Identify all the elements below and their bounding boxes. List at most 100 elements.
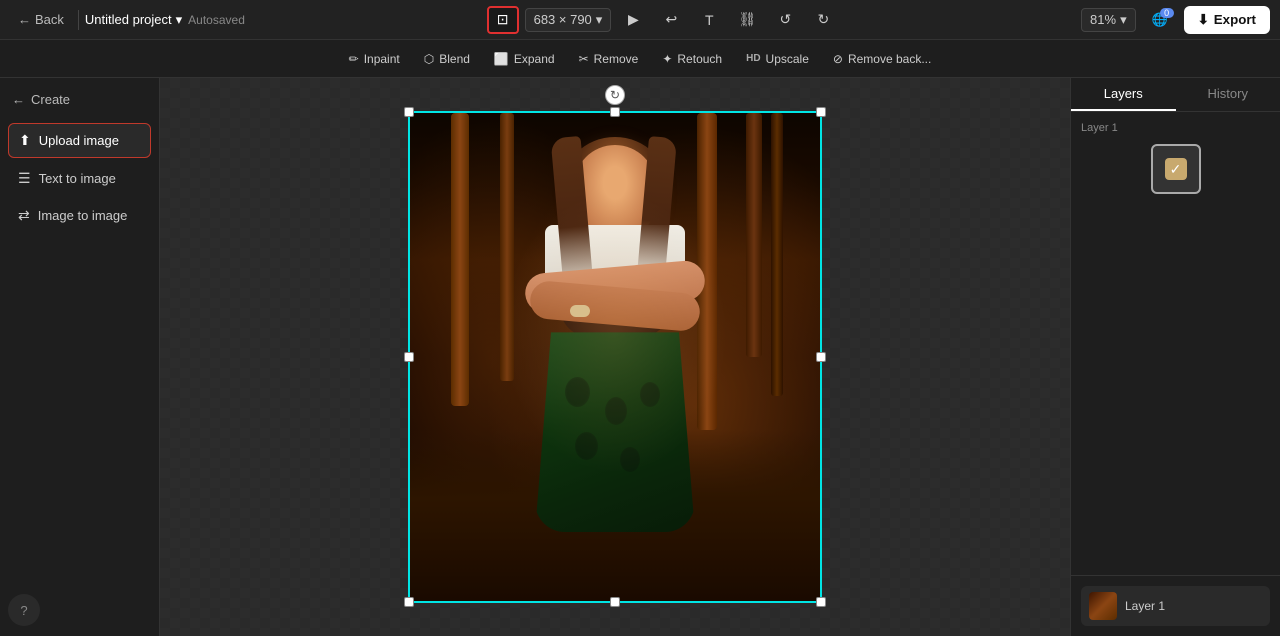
redo-icon: ↻ [817, 11, 829, 28]
text-to-image-label: Text to image [39, 171, 116, 186]
blend-icon: ⬡ [424, 52, 434, 66]
layers-section: Layer 1 ✓ [1071, 112, 1280, 220]
image-size-display[interactable]: 683 × 790 ▾ [525, 8, 612, 32]
tab-layers[interactable]: Layers [1071, 78, 1176, 111]
layer-thumbnail[interactable]: ✓ [1151, 144, 1201, 194]
topbar-center: ⊡ 683 × 790 ▾ ▶ ↩ T ⛓ ↺ ↻ [253, 6, 1073, 34]
right-panel: Layers History Layer 1 ✓ Layer 1 [1070, 78, 1280, 636]
layers-tab-label: Layers [1104, 86, 1143, 101]
redo-button[interactable]: ↻ [807, 6, 839, 34]
canvas-area[interactable]: ↻ [160, 78, 1070, 636]
help-button[interactable]: ? [8, 594, 40, 626]
handle-top-left[interactable] [404, 107, 414, 117]
crop-resize-tool[interactable]: ⊡ [487, 6, 519, 34]
topbar: ← Back Untitled project ▾ Autosaved ⊡ 68… [0, 0, 1280, 40]
back-icon: ← [18, 12, 31, 27]
remove-tool[interactable]: ✂ Remove [569, 48, 649, 70]
help-icon: ? [20, 603, 27, 618]
rotate-icon: ↻ [610, 88, 620, 102]
layer-thumbnail-area: ✓ [1081, 144, 1270, 194]
undo2-button[interactable]: ↺ [769, 6, 801, 34]
handle-middle-right[interactable] [816, 352, 826, 362]
image-container[interactable]: ↻ [410, 113, 820, 601]
expand-tool[interactable]: ⬜ Expand [484, 48, 565, 70]
handle-bottom-center[interactable] [610, 597, 620, 607]
size-chevron: ▾ [596, 12, 603, 28]
undo2-icon: ↺ [779, 11, 791, 28]
upscale-tool[interactable]: HD Upscale [736, 48, 819, 70]
upload-icon: ⬆ [19, 132, 31, 149]
upscale-badge: HD [746, 53, 760, 64]
topbar-right: 81% ▾ 🌐 0 ⬇ Export [1081, 6, 1270, 34]
back-label: Back [35, 12, 64, 27]
topbar-left: ← Back Untitled project ▾ Autosaved [10, 8, 245, 31]
image-to-image-label: Image to image [38, 208, 128, 223]
crop-icon: ⊡ [497, 11, 509, 28]
remove-label: Remove [594, 52, 639, 66]
layer-name-label: Layer 1 [1081, 122, 1270, 134]
left-panel: ← Create ⬆ Upload image ☰ Text to image … [0, 78, 160, 636]
layer-item-thumbnail [1089, 592, 1117, 620]
inpaint-label: Inpaint [364, 52, 400, 66]
layer-item-name: Layer 1 [1125, 599, 1165, 613]
upscale-label: Upscale [766, 52, 809, 66]
image-to-image-menu-item[interactable]: ⇄ Image to image [8, 199, 151, 232]
text-icon: T [705, 12, 714, 28]
zoom-chevron: ▾ [1120, 12, 1127, 28]
upload-image-menu-item[interactable]: ⬆ Upload image [8, 123, 151, 158]
checkmark-icon: ✓ [1170, 161, 1182, 178]
export-label: Export [1214, 12, 1256, 27]
autosaved-status: Autosaved [188, 13, 245, 27]
blend-label: Blend [439, 52, 470, 66]
retouch-label: Retouch [677, 52, 722, 66]
tab-history[interactable]: History [1176, 78, 1280, 111]
main-layout: ← Create ⬆ Upload image ☰ Text to image … [0, 78, 1280, 636]
undo-button[interactable]: ↩ [655, 6, 687, 34]
expand-icon: ⬜ [494, 52, 509, 66]
create-back-icon: ← [12, 92, 25, 107]
link-tool[interactable]: ⛓ [731, 6, 763, 34]
inpaint-icon: ✏ [349, 52, 359, 66]
expand-label: Expand [514, 52, 555, 66]
topbar-separator [78, 10, 79, 30]
back-button[interactable]: ← Back [10, 8, 72, 31]
secondary-toolbar: ✏ Inpaint ⬡ Blend ⬜ Expand ✂ Remove ✦ Re… [0, 40, 1280, 78]
play-button[interactable]: ▶ [617, 6, 649, 34]
remove-bg-icon: ⊘ [833, 52, 843, 66]
create-label: Create [31, 92, 70, 107]
image-to-image-icon: ⇄ [18, 207, 30, 224]
notifications-button[interactable]: 🌐 0 [1144, 6, 1176, 34]
undo-icon: ↩ [665, 11, 677, 28]
retouch-tool[interactable]: ✦ Retouch [652, 48, 732, 70]
link-icon: ⛓ [738, 11, 756, 28]
export-icon: ⬇ [1198, 12, 1209, 28]
project-name[interactable]: Untitled project ▾ [85, 12, 182, 28]
blend-tool[interactable]: ⬡ Blend [414, 48, 480, 70]
handle-rotate[interactable]: ↻ [605, 85, 625, 105]
handle-middle-left[interactable] [404, 352, 414, 362]
image-size-text: 683 × 790 [534, 12, 592, 27]
handle-top-right[interactable] [816, 107, 826, 117]
handle-bottom-left[interactable] [404, 597, 414, 607]
zoom-control[interactable]: 81% ▾ [1081, 8, 1136, 32]
layer-list-item[interactable]: Layer 1 [1081, 586, 1270, 626]
remove-bg-tool[interactable]: ⊘ Remove back... [823, 48, 941, 70]
inpaint-tool[interactable]: ✏ Inpaint [339, 48, 410, 70]
text-tool[interactable]: T [693, 6, 725, 34]
canvas-image [410, 113, 820, 601]
text-to-image-icon: ☰ [18, 170, 31, 187]
handle-top-center[interactable] [610, 107, 620, 117]
history-tab-label: History [1208, 86, 1248, 101]
handle-bottom-right[interactable] [816, 597, 826, 607]
project-name-chevron: ▾ [176, 12, 183, 28]
retouch-icon: ✦ [662, 52, 672, 66]
panel-spacer [1071, 220, 1280, 575]
project-name-text: Untitled project [85, 12, 172, 27]
create-header: ← Create [8, 88, 151, 111]
text-to-image-menu-item[interactable]: ☰ Text to image [8, 162, 151, 195]
upload-image-label: Upload image [39, 133, 119, 148]
export-button[interactable]: ⬇ Export [1184, 6, 1270, 34]
play-icon: ▶ [628, 11, 639, 28]
layer-thumb-check: ✓ [1165, 158, 1187, 180]
zoom-level-text: 81% [1090, 12, 1116, 27]
